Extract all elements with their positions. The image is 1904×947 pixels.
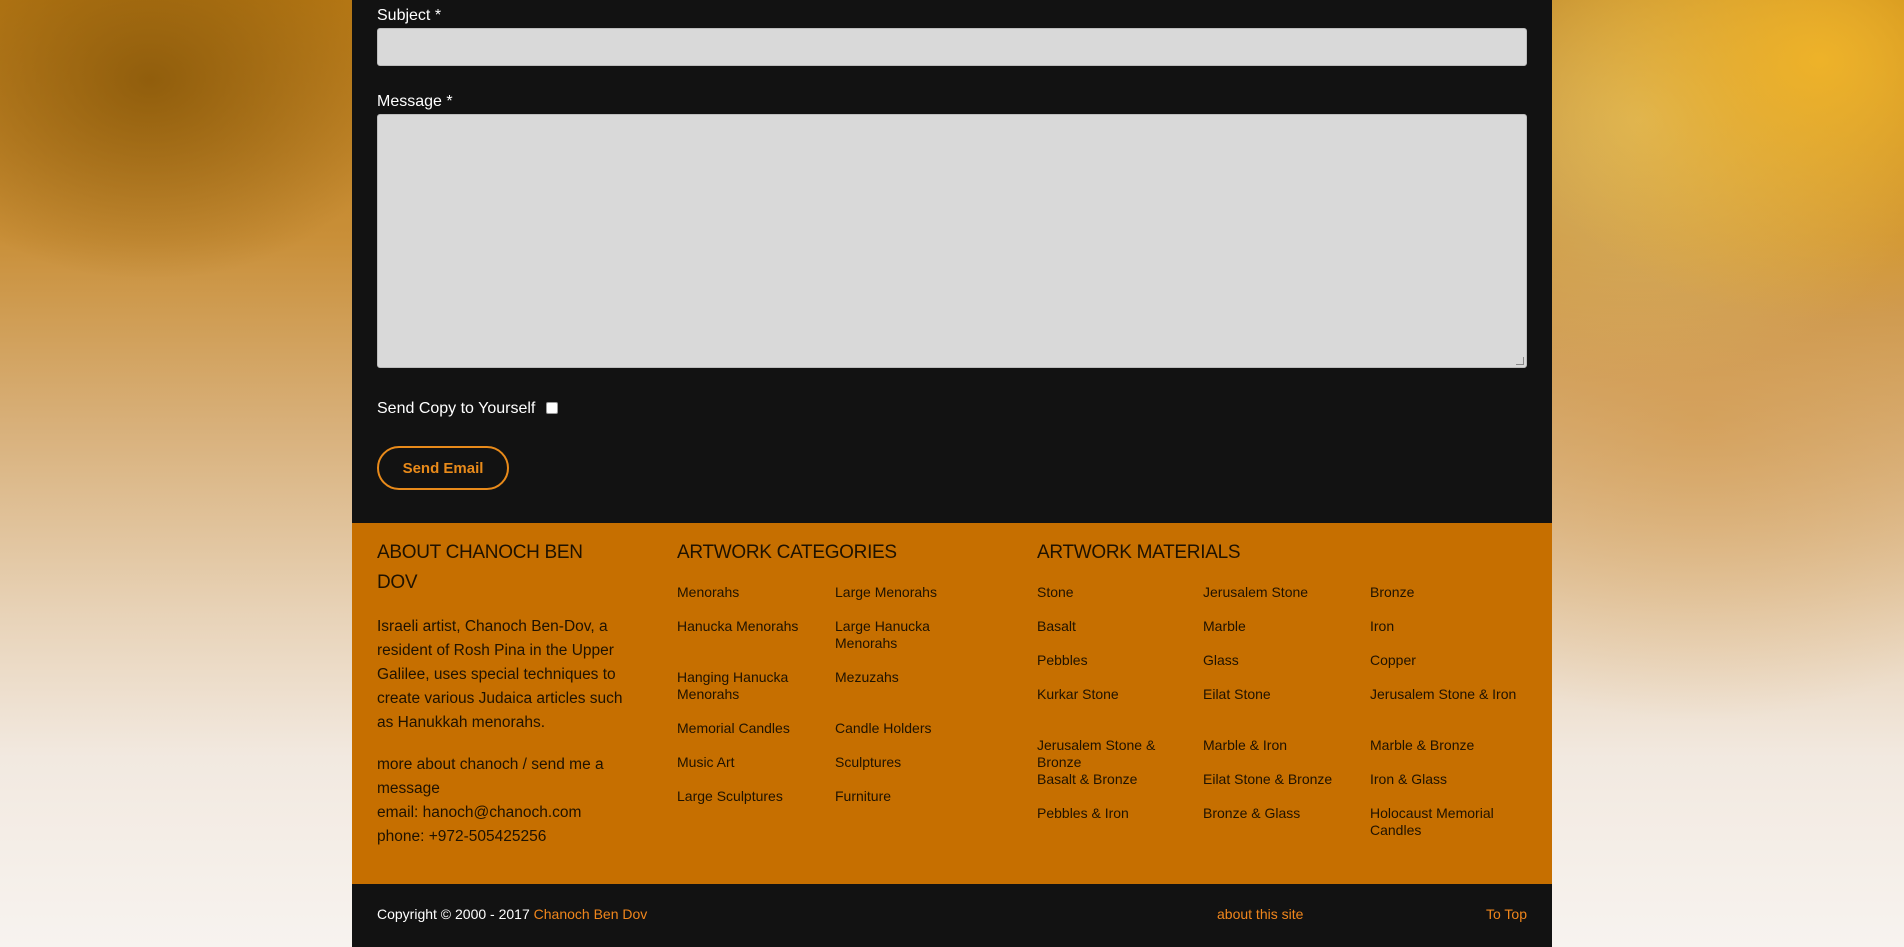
category-link[interactable]: Memorial Candles <box>677 720 790 737</box>
send-copy-row: Send Copy to Yourself <box>377 400 559 418</box>
material-link[interactable]: Basalt <box>1037 618 1076 635</box>
category-link[interactable]: Furniture <box>835 788 891 805</box>
about-heading: ABOUT CHANOCH BEN DOV <box>377 542 583 593</box>
copyright: Copyright © 2000 - 2017 Chanoch Ben Dov <box>377 906 647 922</box>
category-link[interactable]: Music Art <box>677 754 735 771</box>
material-link[interactable]: Bronze <box>1370 584 1414 601</box>
subject-input[interactable] <box>377 28 1527 66</box>
material-link[interactable]: Copper <box>1370 652 1416 669</box>
material-link[interactable]: Marble & Bronze <box>1370 737 1474 754</box>
material-link[interactable]: Basalt & Bronze <box>1037 771 1137 788</box>
about-contact: more about chanoch / send me a message e… <box>377 753 637 849</box>
material-link[interactable]: Bronze & Glass <box>1203 805 1300 822</box>
resize-handle-icon[interactable] <box>1516 357 1524 365</box>
to-top-link[interactable]: To Top <box>1486 906 1527 922</box>
material-link[interactable]: Eilat Stone & Bronze <box>1203 771 1332 788</box>
material-link[interactable]: Kurkar Stone <box>1037 686 1119 703</box>
copyright-text: Copyright © 2000 - 2017 <box>377 906 534 922</box>
category-link[interactable]: Menorahs <box>677 584 739 601</box>
material-link[interactable]: Pebbles <box>1037 652 1088 669</box>
send-email-button[interactable]: Send Email <box>377 446 509 490</box>
category-link[interactable]: Sculptures <box>835 754 901 771</box>
send-copy-checkbox[interactable] <box>546 402 559 414</box>
send-copy-label: Send Copy to Yourself <box>377 400 536 417</box>
contact-form: Subject * Message * Send Copy to Yoursel… <box>352 0 1552 523</box>
contact-phone: phone: +972-505425256 <box>377 828 547 845</box>
more-about-link[interactable]: more about chanoch <box>377 756 518 773</box>
material-link[interactable]: Iron <box>1370 618 1394 635</box>
material-link[interactable]: Pebbles & Iron <box>1037 805 1129 822</box>
category-link[interactable]: Hanucka Menorahs <box>677 618 798 635</box>
material-link[interactable]: Stone <box>1037 584 1074 601</box>
material-link[interactable]: Jerusalem Stone & Bronze <box>1037 737 1187 771</box>
materials-heading: ARTWORK MATERIALS <box>1037 542 1241 563</box>
material-link[interactable]: Marble <box>1203 618 1246 635</box>
category-link[interactable]: Large Menorahs <box>835 584 937 601</box>
categories-heading: ARTWORK CATEGORIES <box>677 542 897 563</box>
material-link[interactable]: Jerusalem Stone <box>1203 584 1308 601</box>
link-separator: / <box>518 756 532 773</box>
material-link[interactable]: Jerusalem Stone & Iron <box>1370 686 1520 703</box>
material-link[interactable]: Glass <box>1203 652 1239 669</box>
page-container: Subject * Message * Send Copy to Yoursel… <box>352 0 1552 947</box>
message-textarea[interactable] <box>377 114 1527 368</box>
category-link[interactable]: Mezuzahs <box>835 669 899 686</box>
subject-label: Subject * <box>377 7 442 24</box>
message-label: Message * <box>377 93 453 110</box>
material-link[interactable]: Marble & Iron <box>1203 737 1287 754</box>
category-link[interactable]: Large Sculptures <box>677 788 783 805</box>
category-link[interactable]: Large Hanucka Menorahs <box>835 618 955 652</box>
material-link[interactable]: Holocaust Memorial Candles <box>1370 805 1520 839</box>
material-link[interactable]: Iron & Glass <box>1370 771 1447 788</box>
footer-links-section: ABOUT CHANOCH BEN DOV Israeli artist, Ch… <box>352 523 1552 884</box>
owner-link[interactable]: Chanoch Ben Dov <box>534 906 648 922</box>
category-link[interactable]: Hanging Hanucka Menorahs <box>677 669 817 703</box>
bottom-bar: Copyright © 2000 - 2017 Chanoch Ben Dov … <box>352 884 1552 947</box>
about-text: Israeli artist, Chanoch Ben-Dov, a resid… <box>377 618 623 731</box>
about-site-link[interactable]: about this site <box>1217 906 1303 922</box>
category-link[interactable]: Candle Holders <box>835 720 932 737</box>
material-link[interactable]: Eilat Stone <box>1203 686 1271 703</box>
contact-email[interactable]: email: hanoch@chanoch.com <box>377 801 637 825</box>
